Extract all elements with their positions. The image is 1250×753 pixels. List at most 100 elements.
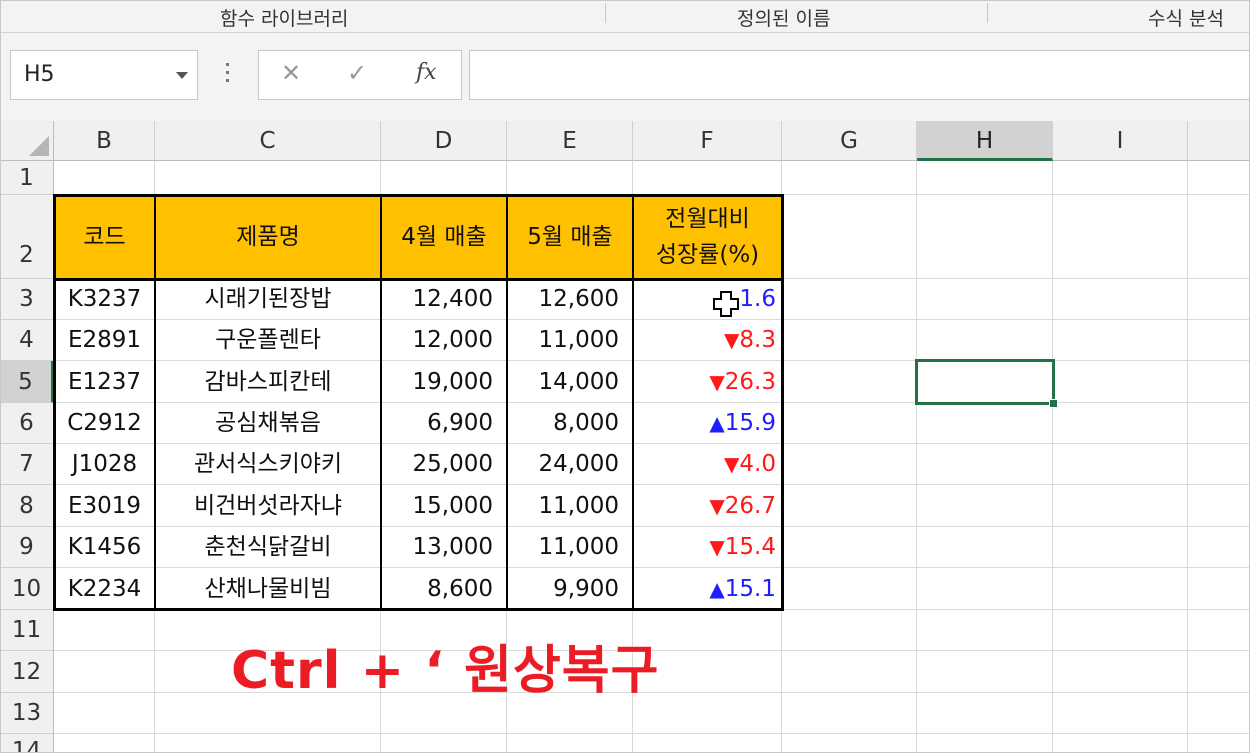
header-cell-product[interactable]: 제품명	[155, 195, 381, 279]
growth-value: 1.6	[739, 286, 776, 312]
cell-code[interactable]: C2912	[54, 403, 155, 444]
cell-growth-rate[interactable]: ▲15.9	[633, 403, 782, 444]
header-label: 제품명	[236, 224, 300, 250]
cell-april-sales[interactable]: 12,000	[381, 320, 507, 361]
cell-product-name[interactable]: 산채나물비빔	[155, 568, 381, 610]
annotation-text: Ctrl + ‘ 원상복구	[231, 641, 660, 701]
cell-may-sales[interactable]: 8,000	[507, 403, 633, 444]
cell-code[interactable]: E2891	[54, 320, 155, 361]
cell-april-sales[interactable]: 25,000	[381, 444, 507, 485]
column-header-c[interactable]: C	[155, 121, 381, 161]
cell-product-name[interactable]: 관서식스키야키	[155, 444, 381, 485]
column-header-h[interactable]: H	[917, 121, 1053, 161]
cell-growth-rate[interactable]: ▲15.1	[633, 568, 782, 610]
cell-april-sales[interactable]: 6,900	[381, 403, 507, 444]
cell-code[interactable]: J1028	[54, 444, 155, 485]
cell-code[interactable]: K3237	[54, 279, 155, 320]
grid-row-line	[54, 733, 1250, 734]
row-header-11[interactable]: 11	[0, 610, 54, 651]
formula-bar-area: H5 ✕ ✓ fx	[0, 33, 1250, 121]
cell-april-sales[interactable]: 15,000	[381, 485, 507, 527]
cell-product-name[interactable]: 비건버섯라자냐	[155, 485, 381, 527]
row-header-4[interactable]: 4	[0, 320, 54, 361]
row-header-2[interactable]: 2	[0, 195, 54, 279]
cell-may-sales[interactable]: 11,000	[507, 527, 633, 568]
cell-growth-rate[interactable]: ▼8.3	[633, 320, 782, 361]
cell-may-sales[interactable]: 24,000	[507, 444, 633, 485]
insert-function-icon[interactable]: fx	[416, 60, 437, 85]
cell-product-name[interactable]: 시래기된장밥	[155, 279, 381, 320]
cell-growth-rate[interactable]: ▲1.6	[633, 279, 782, 320]
ribbon-group-bar: 함수 라이브러리 정의된 이름 수식 분석	[0, 0, 1250, 33]
column-header-g[interactable]: G	[782, 121, 917, 161]
enter-icon[interactable]: ✓	[347, 59, 367, 87]
cell-code[interactable]: K1456	[54, 527, 155, 568]
column-header-d[interactable]: D	[381, 121, 507, 161]
cell-growth-rate[interactable]: ▼26.7	[633, 485, 782, 527]
cell-code[interactable]: E3019	[54, 485, 155, 527]
header-cell-april-sales[interactable]: 4월 매출	[381, 195, 507, 279]
ribbon-group-formula-auditing[interactable]: 수식 분석	[1148, 4, 1224, 31]
row-header-14[interactable]: 14	[0, 734, 54, 753]
formula-input[interactable]	[469, 50, 1250, 100]
row-header-7[interactable]: 7	[0, 444, 54, 485]
cell-growth-rate[interactable]: ▼15.4	[633, 527, 782, 568]
ribbon-group-function-library[interactable]: 함수 라이브러리	[220, 4, 348, 31]
selected-cell-h5[interactable]	[915, 359, 1055, 405]
chevron-down-icon[interactable]	[176, 72, 188, 79]
triangle-down-icon: ▼	[709, 494, 725, 518]
growth-value: 15.9	[724, 410, 776, 436]
growth-value: 26.3	[724, 369, 776, 395]
table-divider	[53, 278, 784, 281]
column-header-b[interactable]: B	[54, 121, 155, 161]
header-cell-code[interactable]: 코드	[54, 195, 155, 279]
row-header-6[interactable]: 6	[0, 403, 54, 444]
row-header-3[interactable]: 3	[0, 279, 54, 320]
column-header-f[interactable]: F	[633, 121, 782, 161]
row-header-1[interactable]: 1	[0, 161, 54, 195]
triangle-down-icon: ▼	[709, 535, 725, 559]
cell-product-name[interactable]: 구운폴렌타	[155, 320, 381, 361]
cell-may-sales[interactable]: 9,900	[507, 568, 633, 610]
cell-april-sales[interactable]: 8,600	[381, 568, 507, 610]
column-header-i[interactable]: I	[1053, 121, 1188, 161]
row-header-8[interactable]: 8	[0, 485, 54, 527]
cell-product-name[interactable]: 공심채볶음	[155, 403, 381, 444]
row-header-5[interactable]: 5	[0, 361, 54, 403]
cell-april-sales[interactable]: 12,400	[381, 279, 507, 320]
select-all-button[interactable]	[0, 121, 54, 161]
cell-growth-rate[interactable]: ▼4.0	[633, 444, 782, 485]
ribbon-separator	[605, 3, 606, 23]
cell-may-sales[interactable]: 12,600	[507, 279, 633, 320]
cell-may-sales[interactable]: 11,000	[507, 485, 633, 527]
cell-april-sales[interactable]: 13,000	[381, 527, 507, 568]
ribbon-group-defined-names[interactable]: 정의된 이름	[737, 4, 830, 31]
row-header-13[interactable]: 13	[0, 693, 54, 734]
table-divider	[380, 194, 382, 611]
header-cell-may-sales[interactable]: 5월 매출	[507, 195, 633, 279]
drag-handle-icon[interactable]	[226, 63, 230, 85]
row-header-12[interactable]: 12	[0, 651, 54, 693]
cell-may-sales[interactable]: 11,000	[507, 320, 633, 361]
growth-value: 8.3	[739, 327, 776, 353]
name-box[interactable]: H5	[10, 50, 198, 100]
header-cell-growth[interactable]: 전월대비 성장률(%)	[633, 195, 782, 279]
cell-code[interactable]: K2234	[54, 568, 155, 610]
cell-code[interactable]: E1237	[54, 361, 155, 403]
cell-may-sales[interactable]: 14,000	[507, 361, 633, 403]
cancel-icon[interactable]: ✕	[281, 59, 301, 87]
row-header-10[interactable]: 10	[0, 568, 54, 610]
header-label: 성장률(%)	[655, 242, 760, 268]
header-label: 5월 매출	[527, 224, 613, 250]
cell-product-name[interactable]: 감바스피칸테	[155, 361, 381, 403]
name-box-value: H5	[24, 62, 55, 87]
grid-col-line	[1052, 161, 1053, 753]
row-header-9[interactable]: 9	[0, 527, 54, 568]
fill-handle[interactable]	[1049, 399, 1058, 408]
header-label: 코드	[83, 224, 126, 250]
column-header-e[interactable]: E	[507, 121, 633, 161]
cell-april-sales[interactable]: 19,000	[381, 361, 507, 403]
cell-product-name[interactable]: 춘천식닭갈비	[155, 527, 381, 568]
column-header-next[interactable]	[1188, 121, 1250, 161]
cell-growth-rate[interactable]: ▼26.3	[633, 361, 782, 403]
